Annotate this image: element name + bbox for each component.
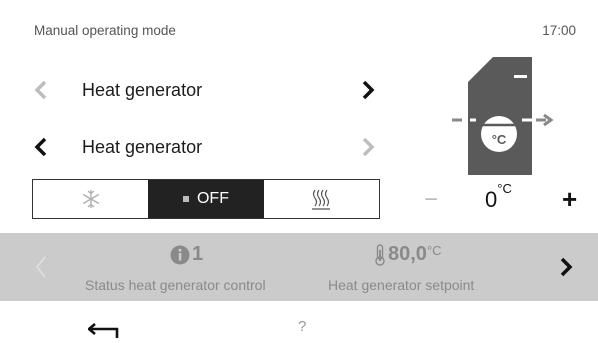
help-button[interactable]: ? — [298, 318, 306, 335]
chevron-left-icon — [34, 80, 47, 100]
device-unit-label: °C — [491, 132, 507, 147]
device-illustration: °C — [448, 55, 566, 180]
clock: 17:00 — [542, 23, 576, 38]
decrease-button[interactable]: − — [424, 188, 438, 212]
status-setpoint-unit: °C — [426, 243, 442, 258]
info-icon — [170, 245, 190, 264]
status-setpoint-value: 80,0 — [388, 243, 427, 265]
square-icon — [182, 196, 189, 202]
status-bar: 1 Status heat generator control 80,0 °C H… — [0, 233, 598, 301]
mode-off-label: OFF — [196, 190, 229, 207]
status-control-value: 1 — [192, 243, 204, 265]
chevron-right-icon — [362, 137, 375, 157]
boiler-icon — [452, 57, 554, 175]
mode-off-button[interactable]: OFF — [148, 180, 264, 218]
chevron-left-icon — [35, 256, 46, 278]
heat-waves-icon — [312, 189, 331, 210]
snowflake-icon — [82, 190, 99, 208]
increase-button[interactable]: + — [562, 186, 577, 212]
back-button[interactable] — [86, 314, 124, 338]
mode-selector: OFF — [32, 179, 380, 219]
status-control-label: Status heat generator control — [85, 277, 266, 293]
setpoint-number: 0 — [485, 187, 498, 212]
thermometer-icon — [375, 243, 385, 266]
setpoint-value: 0°C — [485, 181, 512, 213]
setpoint-unit: °C — [497, 181, 512, 196]
status-item-control: 1 — [170, 243, 203, 266]
page-title: Manual operating mode — [34, 23, 176, 38]
chevron-left-icon — [34, 137, 47, 157]
row1-prev-button[interactable] — [30, 78, 52, 102]
chevron-right-icon — [560, 257, 573, 277]
row2-label: Heat generator — [82, 137, 203, 157]
status-setpoint-label: Heat generator setpoint — [328, 277, 475, 293]
status-next-button[interactable] — [555, 255, 577, 279]
mode-frost-protection-button[interactable] — [33, 180, 149, 218]
row1-label: Heat generator — [82, 80, 203, 100]
back-arrow-icon — [86, 323, 119, 338]
row2-next-button[interactable] — [357, 135, 379, 159]
chevron-right-icon — [362, 80, 375, 100]
mode-heating-button[interactable] — [263, 180, 379, 218]
status-item-setpoint: 80,0 °C — [374, 243, 442, 266]
row2-prev-button[interactable] — [30, 135, 52, 159]
row1-next-button[interactable] — [357, 78, 379, 102]
status-prev-button[interactable] — [30, 255, 52, 279]
screen: Manual operating mode 17:00 Heat generat… — [0, 0, 598, 343]
